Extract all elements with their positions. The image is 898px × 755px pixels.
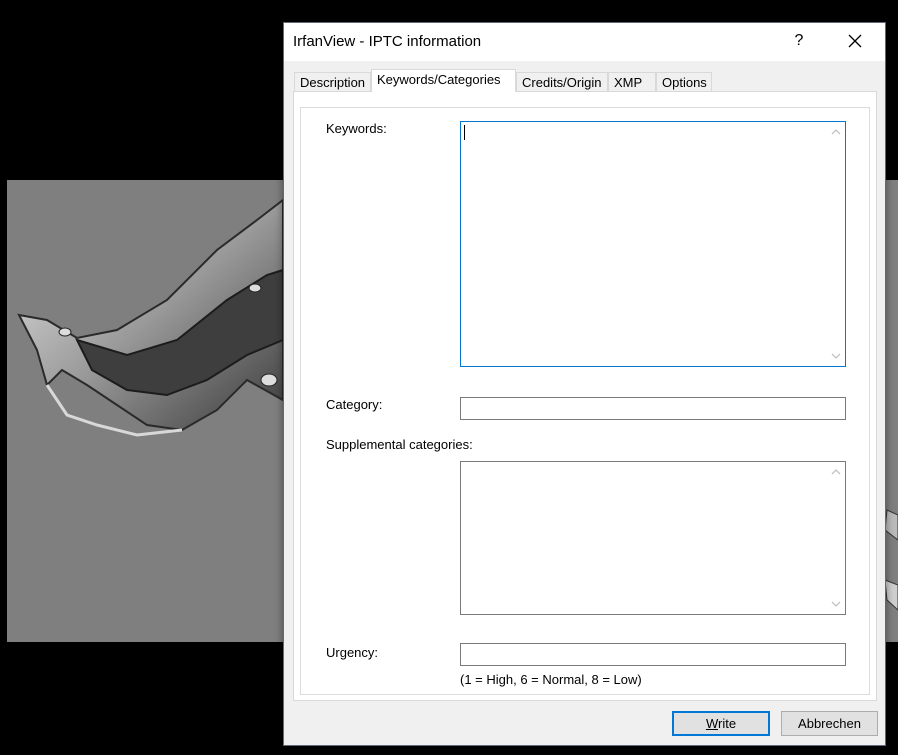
keywords-label: Keywords:: [326, 121, 387, 136]
urgency-hint: (1 = High, 6 = Normal, 8 = Low): [460, 672, 642, 687]
category-field[interactable]: [460, 397, 846, 420]
close-icon: [848, 34, 862, 48]
close-button[interactable]: [833, 23, 877, 59]
category-label: Category:: [326, 397, 383, 412]
title-bar: IrfanView - IPTC information ?: [284, 23, 885, 61]
iptc-dialog: IrfanView - IPTC information ? Descripti…: [283, 22, 886, 746]
tab-credits-origin[interactable]: Credits/Origin: [516, 72, 608, 91]
chevron-down-icon[interactable]: [831, 352, 841, 360]
chevron-up-icon[interactable]: [831, 468, 841, 476]
tab-description[interactable]: Description: [294, 72, 371, 91]
tab-options[interactable]: Options: [656, 72, 712, 91]
urgency-field[interactable]: [460, 643, 846, 666]
cancel-button[interactable]: Abbrechen: [781, 711, 878, 736]
supplemental-categories-label: Supplemental categories:: [326, 437, 473, 452]
tab-keywords-categories[interactable]: Keywords/Categories: [371, 69, 516, 92]
text-caret: [464, 125, 465, 140]
tab-xmp[interactable]: XMP: [608, 72, 656, 91]
write-button[interactable]: Write: [672, 711, 770, 736]
chevron-down-icon[interactable]: [831, 600, 841, 608]
help-button[interactable]: ?: [777, 23, 821, 59]
supplemental-categories-textarea[interactable]: [460, 461, 846, 615]
keywords-textarea[interactable]: [460, 121, 846, 367]
chevron-up-icon[interactable]: [831, 128, 841, 136]
keywords-categories-panel: Keywords: Category: Supplemental categor…: [293, 91, 877, 701]
urgency-label: Urgency:: [326, 645, 379, 660]
window-title: IrfanView - IPTC information: [293, 33, 482, 50]
